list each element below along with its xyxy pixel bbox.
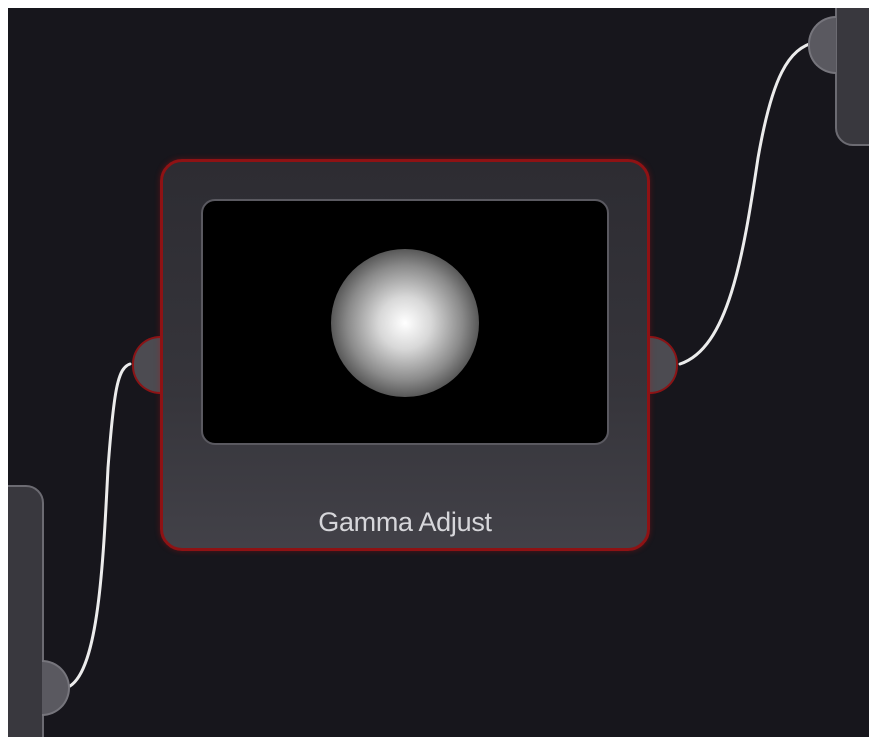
preview-sphere	[331, 249, 479, 397]
output-connection-wire[interactable]	[678, 40, 818, 366]
node-title: Gamma Adjust	[318, 507, 492, 537]
downstream-node[interactable]	[835, 8, 869, 146]
gamma-adjust-node[interactable]: Gamma Adjust	[160, 159, 650, 551]
node-preview-image	[201, 199, 609, 445]
upstream-node[interactable]	[8, 485, 44, 737]
input-connection-wire[interactable]	[68, 362, 132, 688]
node-graph-canvas[interactable]: Gamma Adjust	[8, 8, 869, 737]
